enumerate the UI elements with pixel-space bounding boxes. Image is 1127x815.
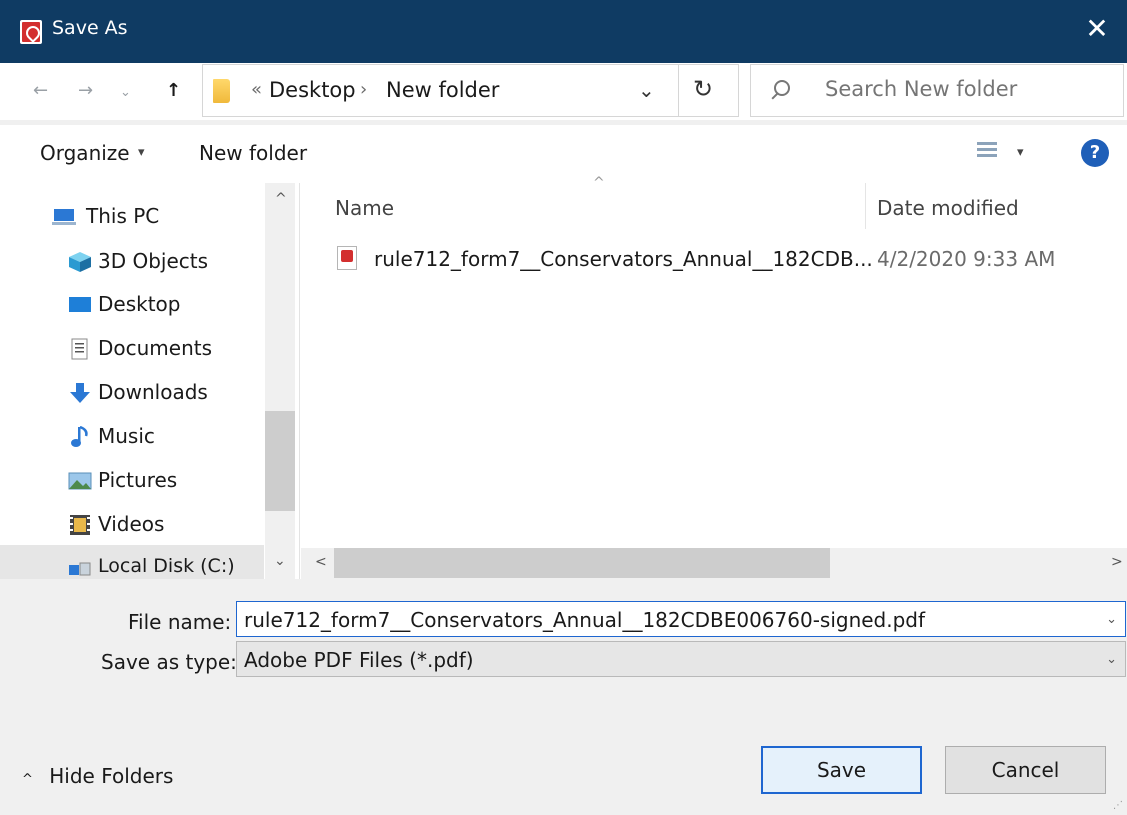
sidebar-scroll-thumb[interactable]: [265, 411, 295, 511]
file-list-header: ^ Name Date modified: [301, 175, 1127, 229]
sidebar-item-pictures[interactable]: Pictures: [52, 466, 262, 498]
save-button[interactable]: Save: [761, 746, 922, 794]
sidebar-item-desktop[interactable]: Desktop: [52, 290, 262, 322]
sidebar-item-label: 3D Objects: [98, 249, 209, 273]
hide-folders-label: Hide Folders: [49, 764, 174, 788]
horizontal-scroll-thumb[interactable]: [334, 548, 830, 578]
breadcrumb-prefix[interactable]: «: [251, 79, 262, 100]
cube-icon: [69, 252, 91, 272]
sidebar-item-label: Local Disk (C:): [98, 555, 235, 577]
save-as-type-select[interactable]: Adobe PDF Files (*.pdf) ⌄: [236, 641, 1126, 677]
column-header-date-modified[interactable]: Date modified: [877, 196, 1019, 220]
scroll-left-icon[interactable]: <: [315, 554, 327, 570]
computer-icon: [52, 209, 76, 225]
documents-icon: [71, 338, 88, 360]
search-input[interactable]: [825, 77, 1105, 101]
pdf-app-icon: [20, 20, 42, 44]
sidebar-item-label: Pictures: [98, 468, 178, 492]
sidebar-item-downloads[interactable]: Downloads: [52, 378, 262, 410]
resize-grip-icon[interactable]: ⋰: [1113, 800, 1123, 811]
window-title: Save As: [52, 17, 128, 39]
chevron-down-icon[interactable]: ⌄: [1106, 612, 1117, 627]
view-details-icon[interactable]: [977, 139, 997, 163]
file-list-horizontal-scrollbar[interactable]: < >: [301, 548, 1127, 579]
file-name-label: File name:: [128, 610, 232, 634]
address-divider: [678, 65, 679, 116]
column-header-name[interactable]: Name: [335, 196, 394, 220]
scroll-right-icon[interactable]: >: [1111, 554, 1123, 570]
navigation-pane: This PC 3D Objects Desktop Documents Dow…: [0, 183, 300, 579]
view-caret-icon[interactable]: ▾: [1017, 145, 1024, 160]
save-form: File name: ⌄ Save as type: Adobe PDF Fil…: [0, 579, 1127, 815]
drive-icon: [69, 562, 91, 576]
sidebar-item-music[interactable]: Music: [52, 422, 262, 454]
command-toolbar: Organize ▾ New folder ▾ ?: [0, 125, 1127, 183]
refresh-icon[interactable]: ↻: [693, 75, 713, 103]
scroll-up-icon[interactable]: ^: [275, 191, 287, 207]
sidebar-item-label: This PC: [86, 204, 160, 228]
title-bar: Save As ✕: [0, 0, 1127, 63]
sidebar-item-this-pc[interactable]: This PC: [52, 202, 262, 234]
breadcrumb-new-folder[interactable]: New folder: [386, 78, 499, 102]
sidebar-item-label: Music: [98, 424, 155, 448]
hide-folders-button[interactable]: ^ Hide Folders: [22, 764, 173, 788]
content-area: This PC 3D Objects Desktop Documents Dow…: [0, 175, 1127, 579]
chevron-down-icon[interactable]: ⌄: [1106, 652, 1117, 667]
breadcrumb-desktop[interactable]: Desktop: [269, 78, 356, 102]
cancel-button[interactable]: Cancel: [945, 746, 1106, 794]
forward-arrow-icon[interactable]: →: [78, 80, 93, 101]
desktop-icon: [69, 297, 91, 312]
breadcrumb-separator[interactable]: ›: [360, 79, 367, 100]
pdf-file-icon: [337, 246, 357, 270]
new-folder-button[interactable]: New folder: [199, 141, 307, 165]
chevron-up-icon: ^: [22, 772, 33, 787]
sidebar-item-label: Downloads: [98, 380, 208, 404]
address-bar[interactable]: « Desktop › New folder ⌄ ↻: [202, 64, 739, 117]
music-note-icon: [71, 426, 88, 447]
column-divider[interactable]: [865, 183, 866, 229]
sort-ascending-icon: ^: [593, 175, 605, 191]
film-icon: [70, 515, 90, 535]
organize-button[interactable]: Organize: [40, 141, 130, 165]
scroll-down-icon[interactable]: ⌄: [274, 553, 286, 569]
sidebar-item-label: Documents: [98, 336, 213, 360]
search-box[interactable]: [750, 64, 1124, 117]
up-arrow-icon[interactable]: ↑: [166, 80, 181, 101]
file-name[interactable]: rule712_form7__Conservators_Annual__182C…: [374, 247, 873, 271]
close-icon[interactable]: ✕: [1083, 14, 1111, 44]
sidebar-item-3d-objects[interactable]: 3D Objects: [52, 247, 262, 279]
organize-caret-icon[interactable]: ▾: [138, 145, 145, 160]
sidebar-item-videos[interactable]: Videos: [52, 510, 262, 542]
sidebar-item-label: Videos: [98, 512, 165, 536]
sidebar-item-documents[interactable]: Documents: [52, 334, 262, 366]
picture-icon: [68, 472, 92, 490]
chevron-down-icon[interactable]: ⌄: [638, 78, 655, 102]
search-icon: [774, 80, 790, 96]
save-as-type-value: Adobe PDF Files (*.pdf): [244, 648, 474, 672]
back-arrow-icon[interactable]: ←: [33, 80, 48, 101]
file-name-field[interactable]: ⌄: [236, 601, 1126, 637]
download-arrow-icon: [70, 383, 90, 403]
sidebar-scrollbar[interactable]: ^ ⌄: [265, 183, 295, 579]
file-name-input[interactable]: [244, 608, 1094, 632]
folder-icon: [213, 79, 230, 103]
help-icon[interactable]: ?: [1081, 139, 1109, 167]
sidebar-item-label: Desktop: [98, 292, 181, 316]
recent-locations-icon[interactable]: ⌄: [120, 85, 131, 100]
file-list-row[interactable]: rule712_form7__Conservators_Annual__182C…: [301, 239, 1127, 275]
save-as-type-label: Save as type:: [101, 650, 237, 674]
file-date-modified: 4/2/2020 9:33 AM: [877, 247, 1056, 271]
